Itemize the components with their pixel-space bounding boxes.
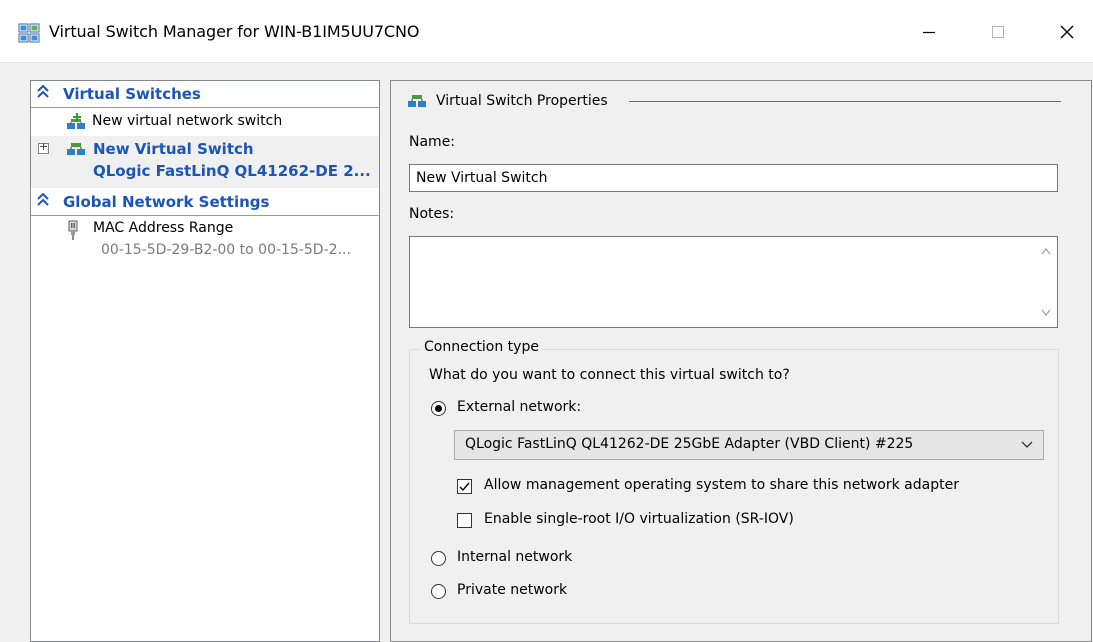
network-plug-icon bbox=[68, 220, 78, 240]
global-network-settings-label: Global Network Settings bbox=[63, 193, 270, 211]
collapse-chevron-icon bbox=[37, 193, 49, 206]
allow-management-checkbox[interactable] bbox=[457, 479, 472, 494]
checkmark-icon bbox=[459, 482, 470, 492]
external-network-label: External network: bbox=[457, 399, 582, 415]
external-adapter-select[interactable]: QLogic FastLinQ QL41262-DE 25GbE Adapter… bbox=[454, 430, 1044, 460]
expand-toggle[interactable]: + bbox=[38, 140, 49, 154]
internal-network-radio[interactable] bbox=[431, 551, 446, 566]
title-bar: Virtual Switch Manager for WIN-B1IM5UU7C… bbox=[0, 0, 1093, 63]
virtual-switch-icon bbox=[67, 143, 85, 155]
chevron-down-icon bbox=[1021, 441, 1033, 448]
virtual-switches-header[interactable]: Virtual Switches bbox=[31, 81, 379, 108]
mac-address-range-label: MAC Address Range bbox=[93, 220, 234, 236]
minimize-icon bbox=[923, 31, 935, 34]
global-network-settings-header[interactable]: Global Network Settings bbox=[31, 189, 379, 216]
new-virtual-network-switch-item[interactable]: New virtual network switch bbox=[31, 110, 379, 134]
scroll-up-icon[interactable] bbox=[1041, 247, 1051, 255]
sriov-label: Enable single-root I/O virtualization (S… bbox=[484, 511, 794, 527]
tree-item-new-virtual-switch[interactable]: + New Virtual Switch QLogic FastLinQ QL4… bbox=[31, 136, 379, 188]
virtual-switch-manager-icon bbox=[18, 23, 40, 43]
sriov-checkbox[interactable] bbox=[457, 513, 472, 528]
mac-address-range-value: 00-15-5D-29-B2-00 to 00-15-5D-2... bbox=[101, 242, 351, 258]
minimize-button[interactable] bbox=[906, 14, 952, 50]
maximize-icon bbox=[992, 26, 1004, 38]
properties-pane: Virtual Switch Properties Name: Notes: C… bbox=[390, 80, 1092, 642]
window-title: Virtual Switch Manager for WIN-B1IM5UU7C… bbox=[49, 22, 420, 41]
radio-selected-dot bbox=[435, 405, 442, 412]
group-separator bbox=[629, 101, 1061, 102]
private-network-label: Private network bbox=[457, 582, 568, 598]
name-input[interactable] bbox=[409, 164, 1058, 192]
navigation-pane: Virtual Switches New virtual network swi… bbox=[30, 80, 380, 642]
plus-icon: + bbox=[39, 140, 49, 153]
new-switch-icon bbox=[67, 113, 85, 129]
close-icon bbox=[1060, 25, 1074, 39]
notes-label: Notes: bbox=[409, 206, 455, 222]
external-adapter-value: QLogic FastLinQ QL41262-DE 25GbE Adapter… bbox=[465, 436, 914, 452]
collapse-chevron-icon bbox=[37, 85, 49, 98]
new-switch-label: New virtual network switch bbox=[92, 113, 283, 129]
connection-question: What do you want to connect this virtual… bbox=[429, 367, 790, 383]
allow-management-label: Allow management operating system to sha… bbox=[484, 477, 959, 493]
virtual-switches-header-label: Virtual Switches bbox=[63, 85, 201, 103]
switch-name-label: New Virtual Switch bbox=[93, 140, 254, 158]
private-network-radio[interactable] bbox=[431, 584, 446, 599]
internal-network-label: Internal network bbox=[457, 549, 573, 565]
name-label: Name: bbox=[409, 134, 456, 150]
mac-address-range-item[interactable]: MAC Address Range 00-15-5D-29-B2-00 to 0… bbox=[31, 218, 379, 264]
virtual-switch-icon bbox=[408, 95, 426, 107]
switch-adapter-label: QLogic FastLinQ QL41262-DE 2... bbox=[93, 162, 371, 180]
properties-group-title: Virtual Switch Properties bbox=[436, 93, 608, 109]
scroll-down-icon[interactable] bbox=[1041, 309, 1051, 317]
close-button[interactable] bbox=[1044, 14, 1090, 50]
maximize-button[interactable] bbox=[975, 14, 1021, 50]
connection-type-title: Connection type bbox=[421, 339, 542, 355]
notes-textarea[interactable] bbox=[409, 236, 1058, 328]
external-network-radio[interactable] bbox=[431, 401, 446, 416]
